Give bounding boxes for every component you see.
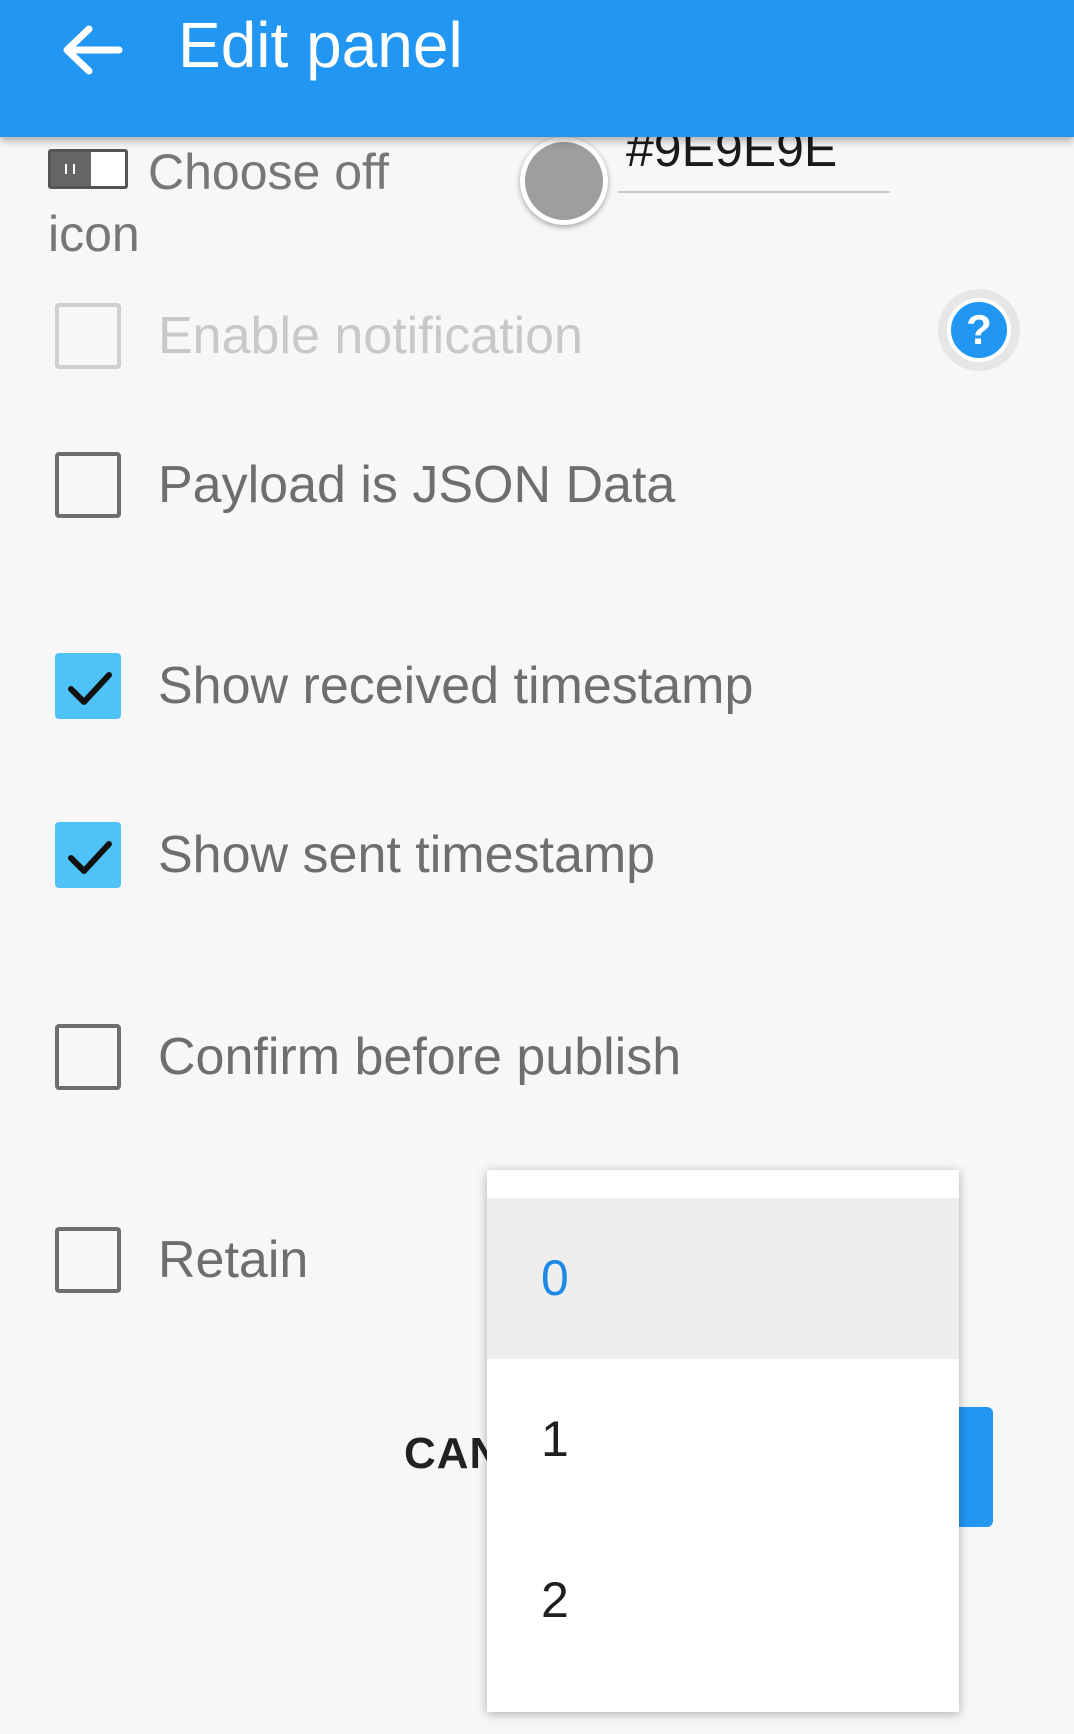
off-color-hex-value: #9E9E9E	[626, 137, 838, 177]
dropdown-option-2[interactable]: 2	[487, 1520, 959, 1681]
confirm-before-publish-checkbox[interactable]	[55, 1024, 121, 1090]
help-button[interactable]: ?	[938, 289, 1020, 371]
show-sent-timestamp-label: Show sent timestamp	[158, 826, 656, 884]
show-received-timestamp-checkbox[interactable]	[55, 653, 121, 719]
payload-json-label: Payload is JSON Data	[158, 456, 676, 514]
payload-json-checkbox[interactable]	[55, 452, 121, 518]
checkmark-icon	[68, 841, 112, 874]
retain-checkbox[interactable]	[55, 1227, 121, 1293]
show-sent-timestamp-row: Show sent timestamp	[0, 812, 1074, 892]
confirm-before-publish-row: Confirm before publish	[0, 1014, 1074, 1094]
enable-notification-checkbox[interactable]	[55, 303, 121, 369]
question-mark-icon: ?	[947, 298, 1011, 362]
show-sent-timestamp-checkbox[interactable]	[55, 822, 121, 888]
checkmark-icon	[68, 672, 112, 705]
qos-dropdown-menu: 0 1 2	[487, 1170, 959, 1712]
toggle-icon[interactable]	[48, 149, 128, 189]
off-color-hex-field[interactable]: #9E9E9E	[618, 137, 890, 193]
off-color-swatch[interactable]	[520, 137, 608, 225]
enable-notification-row: Enable notification ?	[0, 289, 1074, 373]
confirm-before-publish-label: Confirm before publish	[158, 1028, 682, 1086]
app-bar: Edit panel	[0, 0, 1074, 137]
payload-json-row: Payload is JSON Data	[0, 442, 1074, 522]
retain-label: Retain	[158, 1231, 309, 1289]
show-received-timestamp-row: Show received timestamp	[0, 643, 1074, 723]
enable-notification-label: Enable notification	[158, 307, 583, 365]
page-title: Edit panel	[178, 9, 463, 81]
arrow-left-icon	[63, 25, 123, 75]
dropdown-option-1[interactable]: 1	[487, 1359, 959, 1520]
dropdown-option-0[interactable]: 0	[487, 1198, 959, 1359]
back-button[interactable]	[52, 10, 132, 90]
toggle-knob	[51, 152, 91, 186]
show-received-timestamp-label: Show received timestamp	[158, 657, 754, 715]
